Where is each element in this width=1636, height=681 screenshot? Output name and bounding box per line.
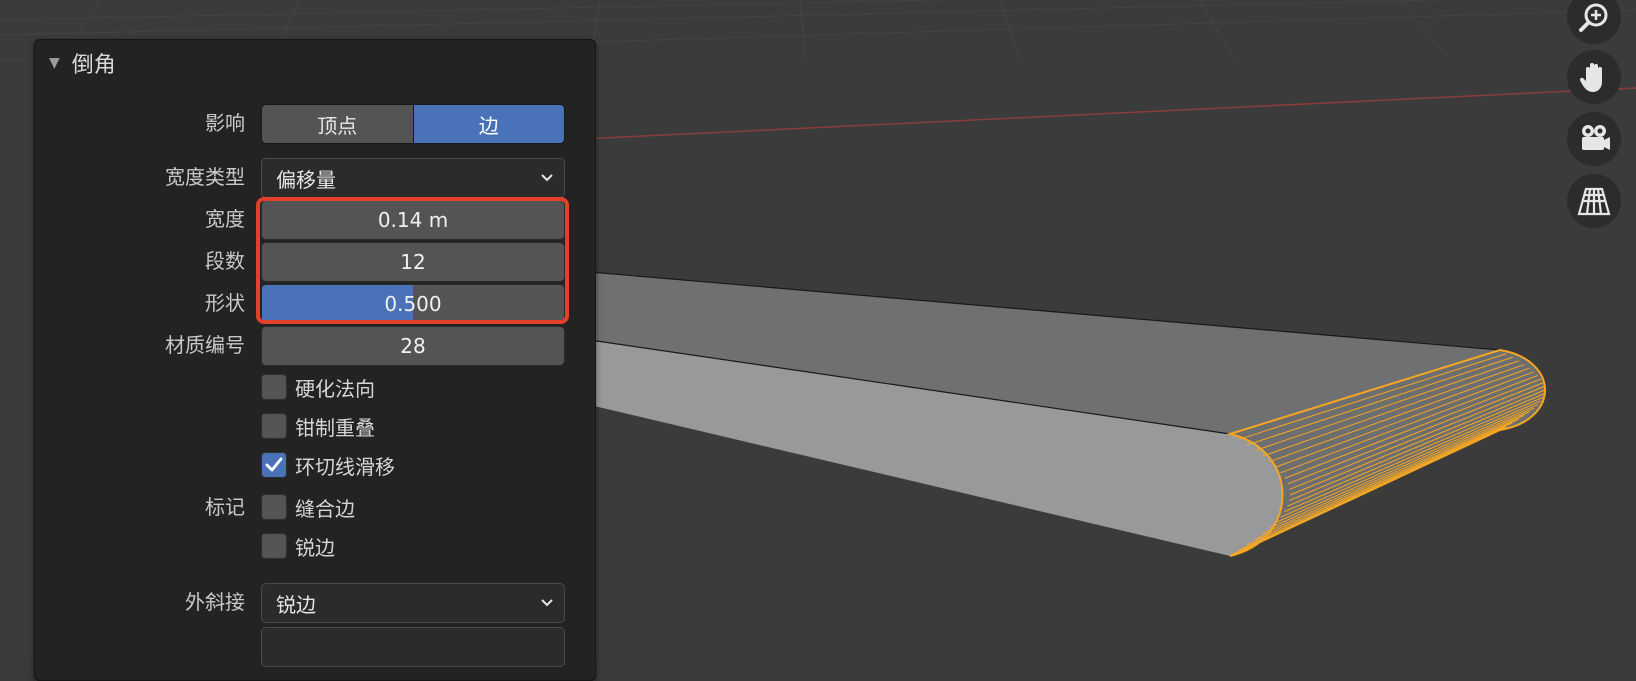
width-label: 宽度 xyxy=(205,207,245,231)
shape-value: 0.500 xyxy=(384,292,442,316)
material-value: 28 xyxy=(400,334,426,358)
material-label: 材质编号 xyxy=(165,333,245,357)
chevron-down-icon xyxy=(530,173,564,183)
miter-outer-label: 外斜接 xyxy=(185,590,245,614)
chevron-down-icon xyxy=(530,598,564,608)
bevel-operator-panel: ▼ 倒角 影响 顶点 边 宽度类型 偏移量 宽度 0.14 m 段数 12 形状… xyxy=(34,39,596,681)
camera-button[interactable] xyxy=(1567,112,1621,166)
shape-slider[interactable]: 0.500 xyxy=(261,284,565,324)
loop-slide-label: 环切线滑移 xyxy=(295,454,395,479)
camera-icon xyxy=(1582,125,1610,150)
zoom-icon xyxy=(1579,3,1608,32)
harden-normals-box xyxy=(261,374,287,400)
width-type-dropdown[interactable]: 偏移量 xyxy=(261,158,565,198)
segments-label: 段数 xyxy=(205,249,245,273)
panel-header[interactable]: ▼ 倒角 xyxy=(49,48,116,78)
clamp-overlap-label: 钳制重叠 xyxy=(295,415,375,440)
mark-sharp-checkbox[interactable]: 锐边 xyxy=(261,530,335,562)
affect-label: 影响 xyxy=(205,111,245,135)
width-field[interactable]: 0.14 m xyxy=(261,200,565,240)
harden-normals-label: 硬化法向 xyxy=(295,376,375,401)
mark-sharp-box xyxy=(261,533,287,559)
mark-sharp-label: 锐边 xyxy=(295,535,335,560)
width-type-label: 宽度类型 xyxy=(165,165,245,189)
miter-outer-dropdown[interactable]: 锐边 xyxy=(261,583,565,623)
miter-inner-dropdown[interactable] xyxy=(261,627,565,667)
loop-slide-box xyxy=(261,452,287,478)
clamp-overlap-checkbox[interactable]: 钳制重叠 xyxy=(261,410,375,442)
width-value: 0.14 m xyxy=(377,208,449,232)
hand-pan-icon xyxy=(1579,63,1602,92)
collapse-triangle-icon: ▼ xyxy=(49,55,60,71)
segments-value: 12 xyxy=(400,250,426,274)
shape-label: 形状 xyxy=(205,291,245,315)
mark-seam-label: 缝合边 xyxy=(295,496,355,521)
mark-label: 标记 xyxy=(205,495,245,519)
miter-outer-value: 锐边 xyxy=(276,592,316,617)
harden-normals-checkbox[interactable]: 硬化法向 xyxy=(261,371,375,403)
checkmark-icon xyxy=(265,457,283,472)
affect-edges-button[interactable]: 边 xyxy=(412,105,564,143)
loop-slide-checkbox[interactable]: 环切线滑移 xyxy=(261,449,395,481)
pan-button[interactable] xyxy=(1567,50,1621,104)
panel-title: 倒角 xyxy=(71,53,116,78)
grid-perspective-icon xyxy=(1577,187,1611,216)
mark-seam-box xyxy=(261,494,287,520)
material-index-field[interactable]: 28 xyxy=(261,326,565,366)
width-type-value: 偏移量 xyxy=(276,167,336,192)
affect-toggle: 顶点 边 xyxy=(261,104,565,144)
affect-vertices-button[interactable]: 顶点 xyxy=(262,105,413,143)
clamp-overlap-box xyxy=(261,413,287,439)
segments-field[interactable]: 12 xyxy=(261,242,565,282)
mark-seam-checkbox[interactable]: 缝合边 xyxy=(261,491,355,523)
perspective-toggle-button[interactable] xyxy=(1567,174,1621,228)
